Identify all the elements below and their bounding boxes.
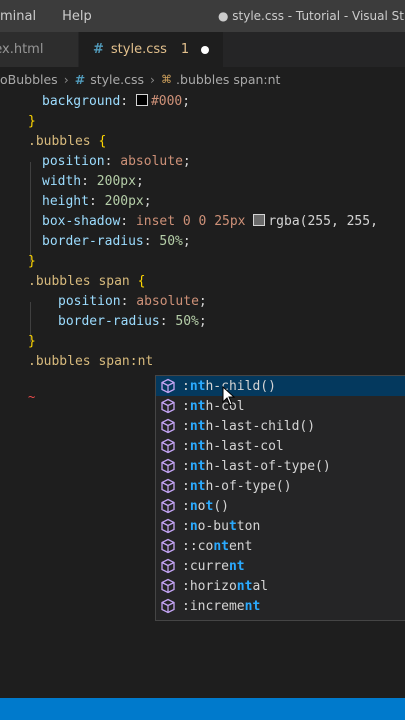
css-value: absolute — [120, 154, 183, 169]
code-line: border-radius: 50%; — [42, 234, 191, 249]
code-line: background: #000; — [42, 94, 191, 109]
css-value: 50% — [175, 314, 199, 329]
autocomplete-dropdown[interactable]: :nth-child():nth-col :nth-last-child() :nt… — [155, 375, 405, 621]
chevron-right-icon: › — [150, 71, 156, 87]
chevron-right-icon: › — [63, 71, 69, 87]
code-line-current[interactable]: .bubbles span:nt — [28, 352, 153, 372]
menu-help[interactable]: Help — [55, 9, 99, 24]
suggestion-item[interactable]: :nth-child() — [156, 376, 405, 396]
cube-icon — [160, 498, 176, 514]
tab-bar: dex.html # style.css 1 — [0, 32, 405, 67]
suggestion-item[interactable]: :horizontal — [156, 576, 405, 596]
suggestion-item[interactable]: :nth-last-of-type() — [156, 456, 405, 476]
css-property: background — [42, 94, 121, 109]
suggestion-label: :increment — [182, 598, 261, 614]
css-property: position — [58, 294, 121, 309]
cube-icon — [160, 458, 176, 474]
status-bar — [0, 698, 405, 720]
suggestion-label: :nth-last-col — [182, 438, 284, 454]
indent-guide — [30, 162, 31, 262]
suggestion-item[interactable]: :no-button — [156, 516, 405, 536]
code-line: position: absolute; — [42, 154, 191, 169]
suggestion-label: :nth-last-of-type() — [182, 458, 331, 474]
cube-icon — [160, 558, 176, 574]
unsaved-dot-icon[interactable] — [201, 45, 210, 54]
code-line: } — [28, 114, 36, 129]
breadcrumb-folder[interactable]: oBubbles — [0, 72, 58, 87]
css-selector: .bubbles — [28, 134, 91, 149]
css-property: position — [42, 154, 105, 169]
css-function: rgba(255, 255, — [268, 214, 386, 229]
css-value: 50% — [159, 234, 183, 249]
pointer-cursor-icon — [222, 386, 236, 406]
suggestion-item[interactable]: :increment — [156, 596, 405, 616]
code-line: width: 200px; — [42, 174, 144, 189]
code-line: } — [28, 334, 36, 349]
suggestion-item[interactable]: ::content — [156, 536, 405, 556]
cube-icon — [160, 418, 176, 434]
cube-icon — [160, 598, 176, 614]
error-squiggle-icon: ~ — [28, 390, 36, 404]
suggestion-item[interactable]: :nth-of-type() — [156, 476, 405, 496]
problem-count-badge: 1 — [180, 42, 190, 57]
code-line: box-shadow: inset 0 0 25px rgba(255, 255… — [42, 214, 386, 229]
tab-label: style.css — [110, 42, 167, 57]
css-value: inset 0 0 25px — [135, 214, 246, 229]
tab-style-css[interactable]: # style.css 1 — [79, 32, 225, 67]
cube-icon — [160, 438, 176, 454]
code-line: border-radius: 50%; — [58, 314, 207, 329]
breadcrumb: oBubbles › # style.css › ⌘ .bubbles span… — [0, 67, 405, 91]
suggestion-label: :not() — [182, 498, 229, 514]
suggestion-item[interactable]: :current — [156, 556, 405, 576]
code-line: position: absolute; — [58, 294, 207, 309]
code-line: } — [28, 254, 36, 269]
cube-icon — [160, 378, 176, 394]
suggestion-label: :nth-last-child() — [182, 418, 316, 434]
suggestion-label: ::content — [182, 538, 253, 554]
symbol-class-icon: ⌘ — [161, 72, 173, 86]
css-value: #000 — [150, 94, 183, 109]
css-property: width — [42, 174, 82, 189]
suggestion-item[interactable]: :not() — [156, 496, 405, 516]
code-line: .bubbles span { — [28, 274, 146, 289]
window-title: ● style.css - Tutorial - Visual Studi — [218, 9, 405, 23]
css-value: absolute — [136, 294, 199, 309]
suggestion-item[interactable]: :nth-col — [156, 396, 405, 416]
code-line: .bubbles { — [28, 134, 107, 149]
suggestion-item[interactable]: :nth-last-col — [156, 436, 405, 456]
css-value: 200px — [96, 174, 136, 189]
css-file-icon: # — [74, 71, 86, 87]
css-property: border-radius — [42, 234, 144, 249]
breadcrumb-symbol[interactable]: .bubbles span:nt — [176, 72, 280, 87]
menu-terminal[interactable]: minal — [0, 9, 43, 24]
tab-index-html[interactable]: dex.html — [0, 32, 79, 67]
suggestion-label: :nth-of-type() — [182, 478, 292, 494]
cube-icon — [160, 398, 176, 414]
suggestion-item[interactable]: :nth-last-child() — [156, 416, 405, 436]
css-property: height — [42, 194, 89, 209]
cube-icon — [160, 518, 176, 534]
suggestion-label: :current — [182, 558, 245, 574]
suggestion-label: :no-button — [182, 518, 261, 534]
cube-icon — [160, 578, 176, 594]
menu-bar: minal Help ● style.css - Tutorial - Visu… — [0, 0, 405, 32]
css-selector: .bubbles span:nt — [28, 354, 154, 369]
tab-label: dex.html — [0, 42, 44, 57]
breadcrumb-file[interactable]: style.css — [90, 72, 144, 87]
cube-icon — [160, 478, 176, 494]
suggestion-label: :horizontal — [182, 578, 269, 594]
css-property: box-shadow — [42, 214, 121, 229]
code-line: height: 200px; — [42, 194, 152, 209]
css-property: border-radius — [58, 314, 160, 329]
cube-icon — [160, 538, 176, 554]
css-value: 200px — [104, 194, 144, 209]
css-selector: .bubbles span — [28, 274, 130, 289]
color-swatch-icon[interactable] — [253, 214, 266, 226]
css-file-icon: # — [93, 42, 104, 57]
color-swatch-icon[interactable] — [135, 94, 148, 106]
